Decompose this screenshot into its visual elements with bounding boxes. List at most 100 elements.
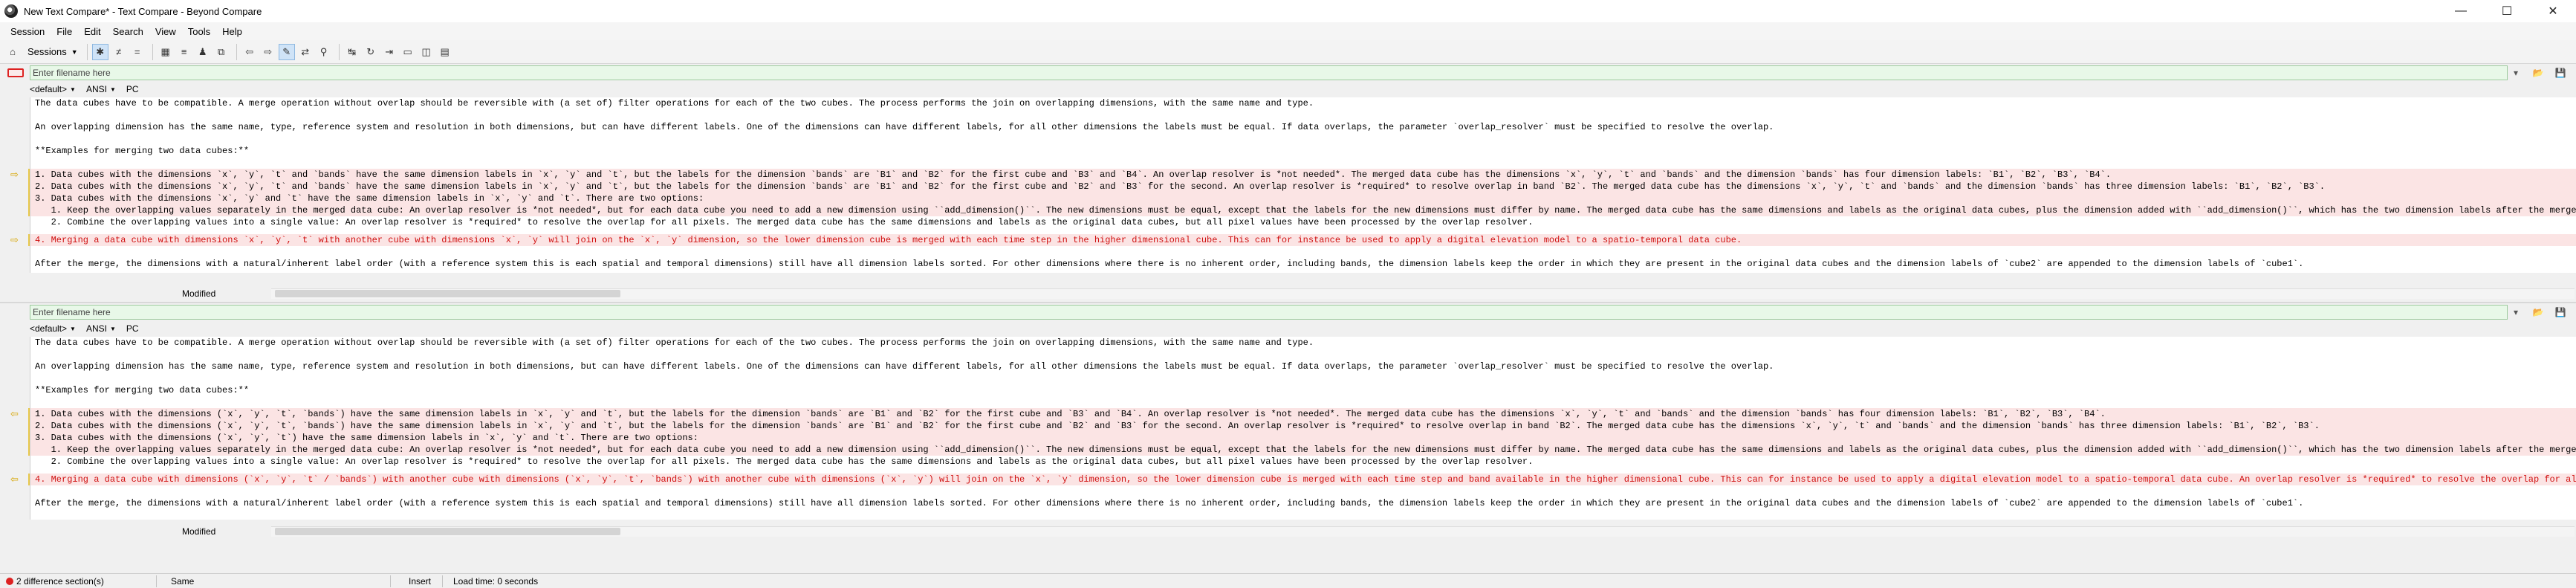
- menu-file[interactable]: File: [51, 26, 78, 37]
- previous-difference-icon[interactable]: ⇦: [241, 44, 258, 60]
- left-format-select[interactable]: <default> ▼: [30, 84, 76, 94]
- right-file-pane: ▾ 📂 💾 <default>▼ ANSI▼ PC ⇦ ⇦ The data c…: [0, 303, 2576, 540]
- text-line: 1. Keep the overlapping values separatel…: [35, 205, 2576, 216]
- text-line: **Examples for merging two data cubes:**: [35, 146, 250, 156]
- layout-icon[interactable]: ▤: [437, 44, 453, 60]
- text-line: 2. Data cubes with the dimensions `x`, `…: [35, 181, 2326, 192]
- split-view-icon[interactable]: ◫: [418, 44, 435, 60]
- text-line: After the merge, the dimensions with a n…: [35, 259, 2304, 269]
- text-line: 1. Data cubes with the dimensions (`x`, …: [35, 409, 2106, 419]
- sessions-label: Sessions: [27, 46, 67, 57]
- window-controls: — ☐ ✕: [2438, 0, 2576, 22]
- save-icon[interactable]: 💾: [2552, 307, 2569, 317]
- find-icon[interactable]: ⚲: [316, 44, 332, 60]
- left-format-bar: <default> ▼ ANSI ▼ PC: [30, 82, 149, 97]
- dropdown-arrow-icon[interactable]: ▾: [2508, 307, 2524, 317]
- menu-help[interactable]: Help: [216, 26, 248, 37]
- toolbar-separator: [86, 43, 88, 60]
- status-bar: 2 difference section(s) Same Insert Load…: [0, 573, 2576, 588]
- swap-sides-icon[interactable]: ↹: [344, 44, 360, 60]
- difference-count: 2 difference section(s): [6, 575, 104, 587]
- right-pane-status: Modified: [0, 524, 2576, 539]
- session-settings-icon[interactable]: ♟: [195, 44, 211, 60]
- left-file-pane: ▾ 📂 💾 <default>▼ ANSI▼ PC ⇨ ⇨ The data c…: [0, 64, 2576, 302]
- show-same-icon[interactable]: =: [129, 44, 146, 60]
- menu-search[interactable]: Search: [107, 26, 149, 37]
- text-line: The data cubes have to be compatible. A …: [35, 98, 1314, 109]
- toolbar-separator: [236, 43, 237, 60]
- arrow-right-icon[interactable]: ⇨: [10, 234, 19, 246]
- show-differences-icon[interactable]: ≠: [111, 44, 127, 60]
- right-format-select[interactable]: <default> ▼: [30, 323, 76, 334]
- text-line: 4. Merging a data cube with dimensions `…: [35, 235, 1742, 245]
- toolbar-separator: [338, 43, 340, 60]
- right-filename-input[interactable]: [30, 305, 2508, 320]
- left-text-area[interactable]: The data cubes have to be compatible. A …: [30, 97, 2576, 273]
- text-line: 4. Merging a data cube with dimensions (…: [35, 474, 2576, 485]
- menu-edit[interactable]: Edit: [78, 26, 106, 37]
- text-line: 3. Data cubes with the dimensions (`x`, …: [35, 433, 698, 443]
- text-line: An overlapping dimension has the same na…: [35, 361, 1774, 372]
- right-line-ending[interactable]: PC: [126, 323, 139, 334]
- edit-icon[interactable]: ✎: [278, 43, 295, 60]
- arrow-right-icon[interactable]: ⇨: [10, 169, 19, 181]
- copy-icon[interactable]: ⧉: [213, 44, 230, 60]
- status-separator: [442, 575, 443, 587]
- menu-view[interactable]: View: [149, 26, 182, 37]
- right-format-bar: <default> ▼ ANSI ▼ PC: [30, 321, 149, 336]
- left-path-bar: ▾ 📂 💾: [0, 64, 2576, 82]
- right-modified-status: Modified: [182, 526, 216, 537]
- home-icon[interactable]: ⌂: [4, 44, 21, 60]
- minimize-button[interactable]: —: [2438, 0, 2484, 22]
- text-line: **Examples for merging two data cubes:**: [35, 385, 250, 395]
- dropdown-arrow-icon[interactable]: ▾: [2508, 68, 2524, 78]
- text-line: 3. Data cubes with the dimensions `x`, `…: [35, 193, 704, 204]
- text-line: 2. Combine the overlapping values into a…: [35, 456, 1534, 467]
- save-icon[interactable]: 💾: [2552, 68, 2569, 78]
- status-separator: [390, 575, 391, 587]
- open-folder-icon[interactable]: 📂: [2530, 307, 2546, 317]
- left-line-ending[interactable]: PC: [126, 84, 139, 94]
- right-path-bar: ▾ 📂 💾: [0, 303, 2576, 321]
- menu-bar: Session File Edit Search View Tools Help: [0, 22, 2576, 40]
- sessions-button[interactable]: Sessions ▼: [23, 43, 82, 61]
- left-path-buttons: ▾ 📂 💾: [2508, 68, 2569, 78]
- left-encoding-select[interactable]: ANSI ▼: [86, 84, 116, 94]
- left-gutter: ⇨ ⇨: [0, 97, 31, 273]
- status-separator: [156, 575, 157, 587]
- text-line: 2. Combine the overlapping values into a…: [35, 217, 1534, 227]
- beyond-compare-logo-icon: [4, 4, 18, 18]
- close-button[interactable]: ✕: [2530, 0, 2576, 22]
- maximize-button[interactable]: ☐: [2484, 0, 2530, 22]
- right-path-buttons: ▾ 📂 💾: [2508, 307, 2569, 317]
- right-text-area[interactable]: The data cubes have to be compatible. A …: [30, 337, 2576, 520]
- chevron-down-icon: ▼: [71, 48, 78, 56]
- right-encoding-select[interactable]: ANSI ▼: [86, 323, 116, 334]
- text-line: The data cubes have to be compatible. A …: [35, 337, 1314, 348]
- swap-icon[interactable]: ⇄: [297, 44, 314, 60]
- reload-icon[interactable]: ↻: [363, 44, 379, 60]
- insert-mode: Insert: [409, 576, 432, 587]
- align-icon[interactable]: ⇥: [381, 44, 398, 60]
- left-filename-input[interactable]: [30, 65, 2508, 80]
- text-line: 1. Keep the overlapping values separatel…: [35, 445, 2576, 455]
- text-line: An overlapping dimension has the same na…: [35, 122, 1774, 132]
- toolbar-separator: [152, 43, 153, 60]
- window-title: New Text Compare* - Text Compare - Beyon…: [24, 5, 262, 17]
- show-all-icon[interactable]: ✱: [91, 43, 108, 60]
- left-pane-status: Modified: [0, 286, 2576, 301]
- next-difference-icon[interactable]: ⇨: [260, 44, 276, 60]
- text-line: After the merge, the dimensions with a n…: [35, 498, 2304, 508]
- format-icon[interactable]: ≡: [176, 44, 192, 60]
- arrow-left-icon[interactable]: ⇦: [10, 408, 19, 420]
- arrow-left-icon[interactable]: ⇦: [10, 474, 19, 485]
- rules-icon[interactable]: ▦: [158, 44, 174, 60]
- menu-tools[interactable]: Tools: [182, 26, 216, 37]
- left-file-warning-icon: [4, 65, 27, 80]
- left-horizontal-scrollbar[interactable]: [275, 290, 620, 297]
- open-folder-icon[interactable]: 📂: [2530, 68, 2546, 78]
- menu-session[interactable]: Session: [4, 26, 51, 37]
- view-icon[interactable]: ▭: [400, 44, 416, 60]
- comparison-state: Same: [171, 576, 195, 587]
- right-horizontal-scrollbar[interactable]: [275, 528, 620, 535]
